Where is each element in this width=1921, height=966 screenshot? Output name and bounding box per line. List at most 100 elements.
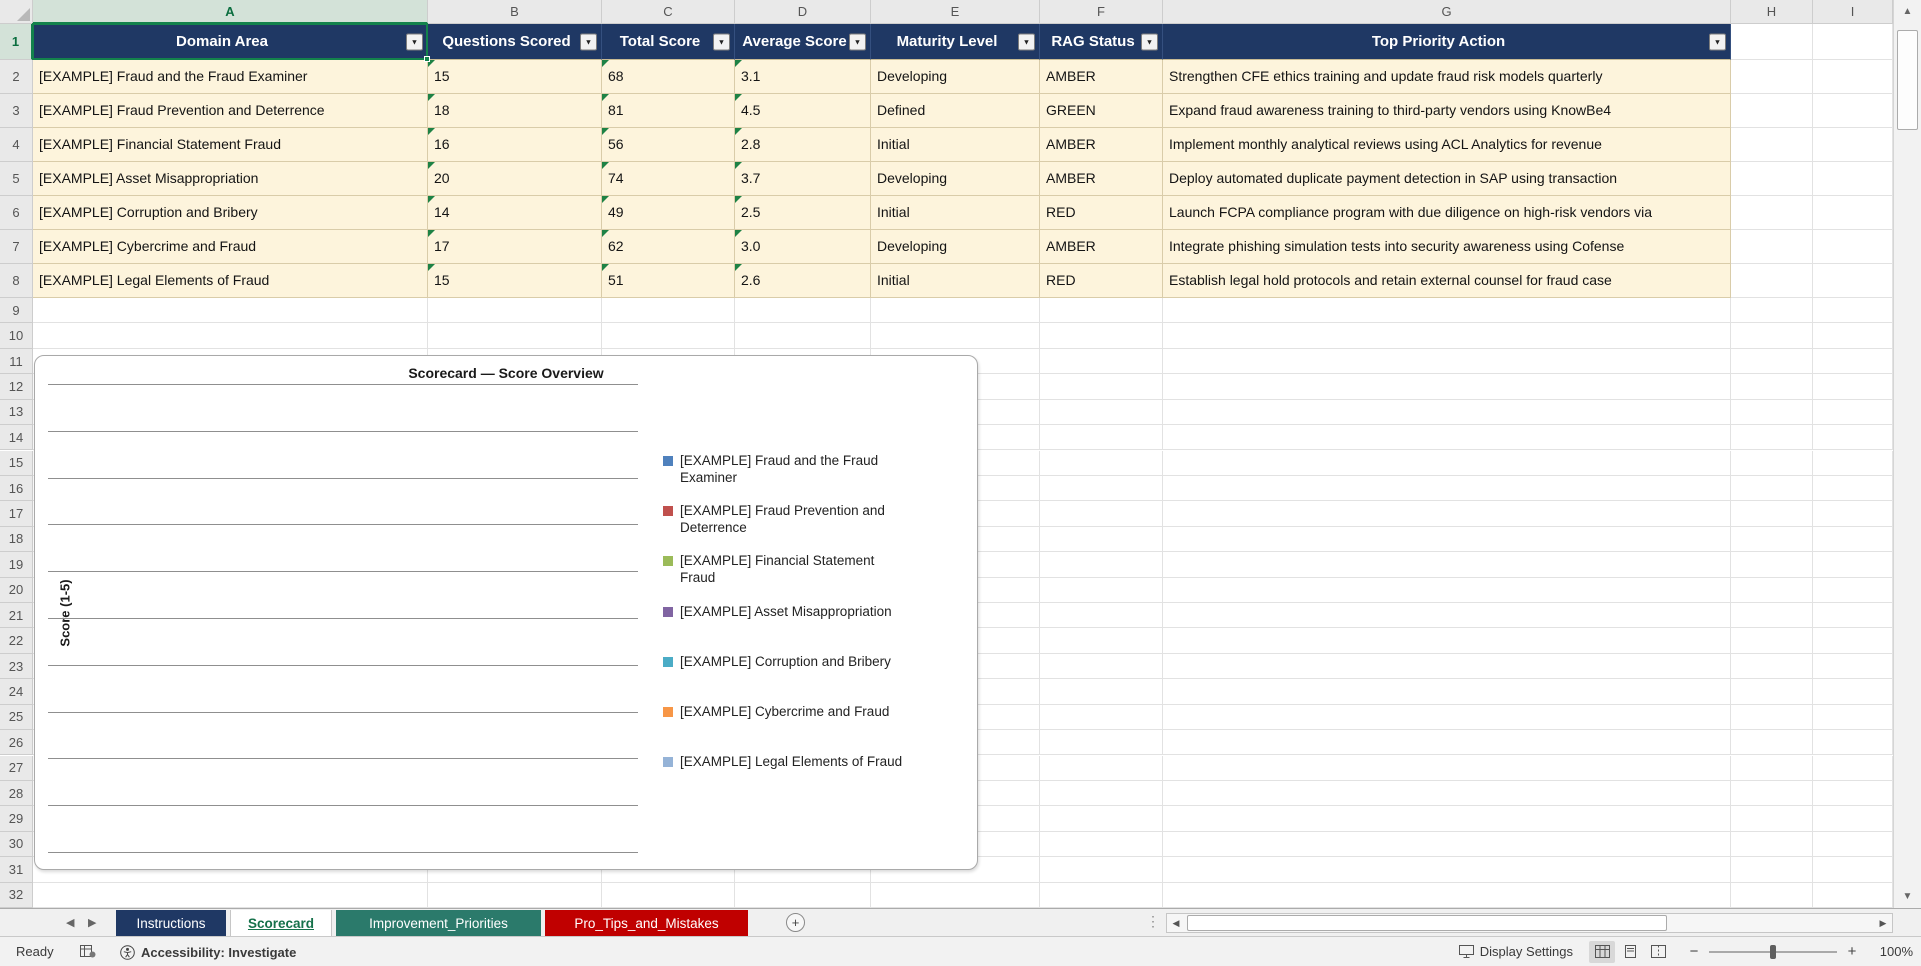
- new-sheet-button[interactable]: +: [786, 913, 805, 932]
- vertical-scrollbar[interactable]: ▲ ▼: [1893, 0, 1921, 908]
- scroll-down-icon[interactable]: ▼: [1894, 891, 1921, 902]
- cell-D10[interactable]: [735, 323, 871, 349]
- cell-B7[interactable]: 17: [428, 230, 602, 264]
- cell-E10[interactable]: [871, 323, 1040, 349]
- cell-A5[interactable]: [EXAMPLE] Asset Misappropriation: [33, 162, 428, 196]
- cell-C1[interactable]: Total Score ▼: [602, 24, 735, 60]
- row-header-26[interactable]: 26: [0, 730, 33, 756]
- cell-I3[interactable]: [1813, 94, 1893, 128]
- cell-H32[interactable]: [1731, 882, 1813, 908]
- cell-A4[interactable]: [EXAMPLE] Financial Statement Fraud: [33, 128, 428, 162]
- cell-I13[interactable]: [1813, 399, 1893, 426]
- cell-F18[interactable]: [1040, 526, 1163, 553]
- cell-F10[interactable]: [1040, 323, 1163, 349]
- row-header-2[interactable]: 2: [0, 60, 33, 94]
- column-header-D[interactable]: D: [735, 0, 871, 24]
- sheet-tab-scorecard[interactable]: Scorecard: [230, 910, 332, 937]
- cell-G27[interactable]: [1163, 755, 1731, 781]
- column-header-B[interactable]: B: [428, 0, 602, 24]
- cell-F8[interactable]: RED: [1040, 264, 1163, 298]
- cell-F7[interactable]: AMBER: [1040, 230, 1163, 264]
- cell-G30[interactable]: [1163, 831, 1731, 858]
- filter-button-D[interactable]: ▼: [849, 33, 866, 50]
- row-header-31[interactable]: 31: [0, 857, 33, 883]
- filter-button-B[interactable]: ▼: [580, 33, 597, 50]
- cell-H13[interactable]: [1731, 399, 1813, 426]
- cell-G20[interactable]: [1163, 577, 1731, 603]
- cell-I26[interactable]: [1813, 730, 1893, 756]
- cell-G18[interactable]: [1163, 526, 1731, 553]
- cell-I4[interactable]: [1813, 128, 1893, 162]
- row-header-5[interactable]: 5: [0, 162, 33, 196]
- cell-H2[interactable]: [1731, 60, 1813, 94]
- zoom-level[interactable]: 100%: [1875, 944, 1913, 959]
- row-header-3[interactable]: 3: [0, 94, 33, 128]
- cell-I10[interactable]: [1813, 323, 1893, 349]
- zoom-out-button[interactable]: −: [1687, 943, 1701, 960]
- cell-G31[interactable]: [1163, 857, 1731, 883]
- cell-I5[interactable]: [1813, 162, 1893, 196]
- filter-button-F[interactable]: ▼: [1141, 33, 1158, 50]
- page-break-preview-button[interactable]: [1645, 941, 1671, 963]
- cell-H19[interactable]: [1731, 552, 1813, 578]
- row-header-18[interactable]: 18: [0, 526, 33, 553]
- display-settings-button[interactable]: Display Settings: [1458, 944, 1573, 959]
- cell-I15[interactable]: [1813, 450, 1893, 476]
- macro-record-icon[interactable]: [80, 945, 96, 961]
- cell-G4[interactable]: Implement monthly analytical reviews usi…: [1163, 128, 1731, 162]
- row-header-1[interactable]: 1: [0, 24, 33, 60]
- cell-E5[interactable]: Developing: [871, 162, 1040, 196]
- cell-D32[interactable]: [735, 882, 871, 908]
- cell-D6[interactable]: 2.5: [735, 196, 871, 230]
- row-header-20[interactable]: 20: [0, 577, 33, 603]
- row-header-7[interactable]: 7: [0, 230, 33, 264]
- cell-H12[interactable]: [1731, 374, 1813, 400]
- cell-H7[interactable]: [1731, 230, 1813, 264]
- cell-I27[interactable]: [1813, 755, 1893, 781]
- cell-H9[interactable]: [1731, 298, 1813, 324]
- zoom-slider-thumb[interactable]: [1770, 944, 1776, 959]
- normal-view-button[interactable]: [1589, 940, 1615, 963]
- cell-G13[interactable]: [1163, 399, 1731, 426]
- cell-F13[interactable]: [1040, 399, 1163, 426]
- cell-F21[interactable]: [1040, 603, 1163, 629]
- cell-F11[interactable]: [1040, 348, 1163, 375]
- row-header-21[interactable]: 21: [0, 603, 33, 629]
- cell-F4[interactable]: AMBER: [1040, 128, 1163, 162]
- row-header-17[interactable]: 17: [0, 501, 33, 527]
- filter-button-C[interactable]: ▼: [713, 33, 730, 50]
- cell-F30[interactable]: [1040, 831, 1163, 858]
- cell-F1[interactable]: RAG Status ▼: [1040, 24, 1163, 60]
- cell-H29[interactable]: [1731, 806, 1813, 832]
- cell-H15[interactable]: [1731, 450, 1813, 476]
- cell-H3[interactable]: [1731, 94, 1813, 128]
- cell-I16[interactable]: [1813, 475, 1893, 502]
- cell-I19[interactable]: [1813, 552, 1893, 578]
- cell-I2[interactable]: [1813, 60, 1893, 94]
- cell-I23[interactable]: [1813, 653, 1893, 680]
- cell-F19[interactable]: [1040, 552, 1163, 578]
- legend-item[interactable]: [EXAMPLE] Financial Statement Fraud: [663, 552, 913, 586]
- cell-C32[interactable]: [602, 882, 735, 908]
- cell-F26[interactable]: [1040, 730, 1163, 756]
- cell-A7[interactable]: [EXAMPLE] Cybercrime and Fraud: [33, 230, 428, 264]
- cell-I8[interactable]: [1813, 264, 1893, 298]
- cell-H28[interactable]: [1731, 780, 1813, 807]
- cell-F14[interactable]: [1040, 425, 1163, 451]
- cell-D4[interactable]: 2.8: [735, 128, 871, 162]
- row-header-10[interactable]: 10: [0, 323, 33, 349]
- cell-D1[interactable]: Average Score ▼: [735, 24, 871, 60]
- cell-I32[interactable]: [1813, 882, 1893, 908]
- cell-F15[interactable]: [1040, 450, 1163, 476]
- row-header-4[interactable]: 4: [0, 128, 33, 162]
- cell-G24[interactable]: [1163, 679, 1731, 705]
- cell-B6[interactable]: 14: [428, 196, 602, 230]
- cell-F22[interactable]: [1040, 628, 1163, 654]
- horizontal-scrollbar-thumb[interactable]: [1187, 915, 1667, 931]
- cell-I18[interactable]: [1813, 526, 1893, 553]
- row-header-15[interactable]: 15: [0, 450, 33, 476]
- sheet-tab-instructions[interactable]: Instructions: [116, 910, 226, 937]
- cell-C2[interactable]: 68: [602, 60, 735, 94]
- cell-B2[interactable]: 15: [428, 60, 602, 94]
- cell-B3[interactable]: 18: [428, 94, 602, 128]
